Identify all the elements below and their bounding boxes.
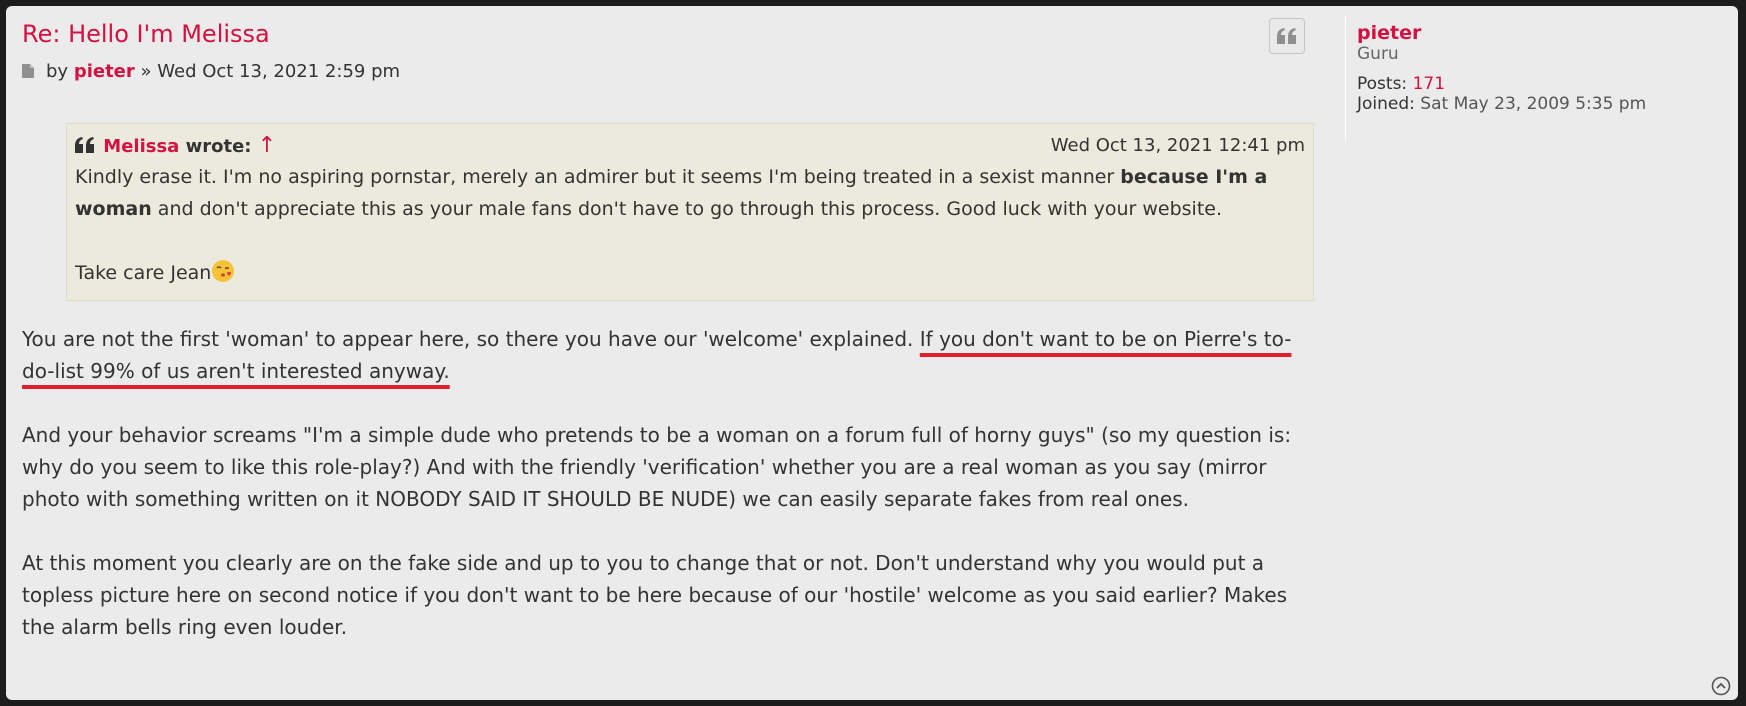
author-profile: pieter Guru Posts: 171 Joined: Sat May 2… [1345, 16, 1725, 141]
back-to-top-icon[interactable] [1711, 676, 1731, 696]
by-label: by [46, 61, 69, 82]
post-content: You are not the first 'woman' to appear … [22, 323, 1322, 675]
post-paragraph-1: You are not the first 'woman' to appear … [22, 327, 1292, 383]
quote-mark-icon [75, 137, 94, 153]
quote-header: Melissa wrote: ↑ Wed Oct 13, 2021 12:41 … [75, 134, 1305, 158]
post-author-link[interactable]: pieter [74, 61, 135, 82]
quote-date: Wed Oct 13, 2021 12:41 pm [1050, 135, 1305, 156]
profile-joined: Joined: Sat May 23, 2009 5:35 pm [1357, 94, 1725, 114]
post-file-icon[interactable] [22, 64, 34, 78]
joined-date: Sat May 23, 2009 5:35 pm [1420, 94, 1647, 114]
quote-source-arrow-icon[interactable]: ↑ [258, 133, 276, 158]
post-byline: by pieter » Wed Oct 13, 2021 2:59 pm [22, 61, 400, 82]
posts-label: Posts: [1357, 74, 1408, 94]
profile-rank: Guru [1357, 44, 1399, 64]
wrote-label: wrote: [185, 136, 252, 157]
quote-icon [1277, 28, 1296, 44]
joined-label: Joined: [1357, 94, 1415, 114]
forum-post: Re: Hello I'm Melissa by pieter » Wed Oc… [6, 6, 1738, 700]
post-paragraph-2: And your behavior screams "I'm a simple … [22, 423, 1292, 511]
quote-signoff: Take care Jean [75, 257, 1305, 289]
post-title[interactable]: Re: Hello I'm Melissa [22, 20, 270, 48]
post-paragraph-3: At this moment you clearly are on the fa… [22, 551, 1288, 639]
quote-button[interactable] [1269, 18, 1305, 54]
quote-paragraph: Kindly erase it. I'm no aspiring pornsta… [75, 166, 1268, 220]
profile-posts: Posts: 171 [1357, 74, 1725, 94]
profile-username[interactable]: pieter [1357, 22, 1725, 44]
quoted-message: Melissa wrote: ↑ Wed Oct 13, 2021 12:41 … [66, 123, 1314, 301]
quote-body: Kindly erase it. I'm no aspiring pornsta… [75, 161, 1305, 289]
quote-author-link[interactable]: Melissa [103, 136, 179, 157]
kiss-emoji-icon [212, 260, 235, 282]
post-date: Wed Oct 13, 2021 2:59 pm [157, 61, 401, 82]
posts-count-link[interactable]: 171 [1413, 74, 1445, 94]
byline-separator: » [140, 61, 152, 82]
